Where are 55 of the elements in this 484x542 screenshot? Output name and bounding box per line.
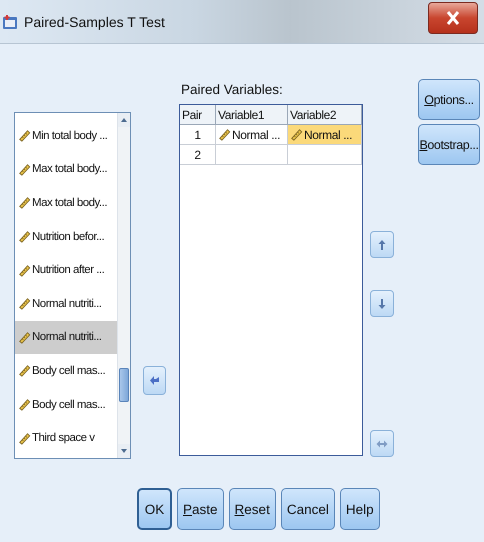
- app-icon: [2, 14, 18, 30]
- variable-item[interactable]: Normal nutriti...: [15, 286, 117, 321]
- table-cell[interactable]: [216, 145, 288, 165]
- left-arrow-icon[interactable]: [148, 374, 160, 386]
- variable-item[interactable]: Body cell mas...: [15, 388, 117, 422]
- move-button[interactable]: [143, 366, 166, 395]
- dialog-button[interactable]: Help: [340, 488, 380, 530]
- table-cell[interactable]: [288, 145, 362, 165]
- up-arrow-icon[interactable]: [378, 238, 386, 250]
- scroll-up-icon[interactable]: [120, 117, 128, 123]
- dialog-button[interactable]: Paste: [177, 488, 224, 530]
- window-title: Paired-Samples T Test: [24, 14, 165, 30]
- scrollbar[interactable]: [117, 113, 130, 458]
- variable-item[interactable]: Min total body ...: [15, 119, 117, 153]
- close-icon[interactable]: [446, 10, 460, 26]
- table-cell[interactable]: Normal ...: [288, 125, 362, 145]
- column-header[interactable]: Variable2: [288, 105, 362, 125]
- ruler-icon: [18, 330, 31, 344]
- ruler-icon: [18, 297, 31, 310]
- ruler-icon: [218, 128, 231, 141]
- dialog-button[interactable]: Bootstrap...: [418, 124, 480, 165]
- variable-item[interactable]: Max total body...: [15, 186, 117, 220]
- scroll-down-icon[interactable]: [120, 448, 128, 454]
- pairs-table[interactable]: Pair Variable1 Variable2 1 Normal ... Normal ... 2: [179, 104, 363, 456]
- swap-button[interactable]: [370, 430, 394, 457]
- ruler-icon: [18, 398, 31, 412]
- variable-item[interactable]: Normal nutriti...: [15, 320, 117, 354]
- close-button[interactable]: [428, 2, 478, 34]
- ruler-icon: [18, 264, 31, 277]
- dialog-button[interactable]: OK: [137, 488, 172, 530]
- ruler-icon: [18, 196, 31, 210]
- scroll-thumb[interactable]: [119, 368, 129, 402]
- move-down-button[interactable]: [370, 290, 394, 317]
- swap-arrow-icon[interactable]: [376, 440, 388, 448]
- ruler-icon: [18, 230, 31, 244]
- variable-item[interactable]: Third space v: [15, 421, 117, 455]
- variable-item[interactable]: Body cell mas...: [15, 354, 117, 388]
- ruler-icon: [18, 129, 31, 142]
- dialog-button[interactable]: Options...: [418, 79, 480, 120]
- ruler-icon: [18, 162, 31, 176]
- column-header[interactable]: Pair: [180, 105, 216, 125]
- down-arrow-icon[interactable]: [378, 298, 386, 310]
- move-up-button[interactable]: [370, 231, 394, 258]
- column-header[interactable]: Variable1: [216, 105, 288, 125]
- dialog-button[interactable]: Reset: [228, 488, 276, 530]
- dialog-button[interactable]: Cancel: [280, 488, 335, 530]
- ruler-icon: [290, 128, 303, 141]
- variable-item[interactable]: Nutrition befor...: [15, 220, 117, 254]
- variable-item[interactable]: Nutrition after ...: [15, 253, 117, 287]
- pair-number: 2: [180, 145, 216, 165]
- pair-number: 1: [180, 125, 216, 145]
- ruler-icon: [18, 364, 31, 378]
- paired-variables-label: Paired Variables:: [180, 80, 284, 98]
- ruler-icon: [18, 432, 31, 445]
- variable-item[interactable]: Max total body...: [15, 152, 117, 186]
